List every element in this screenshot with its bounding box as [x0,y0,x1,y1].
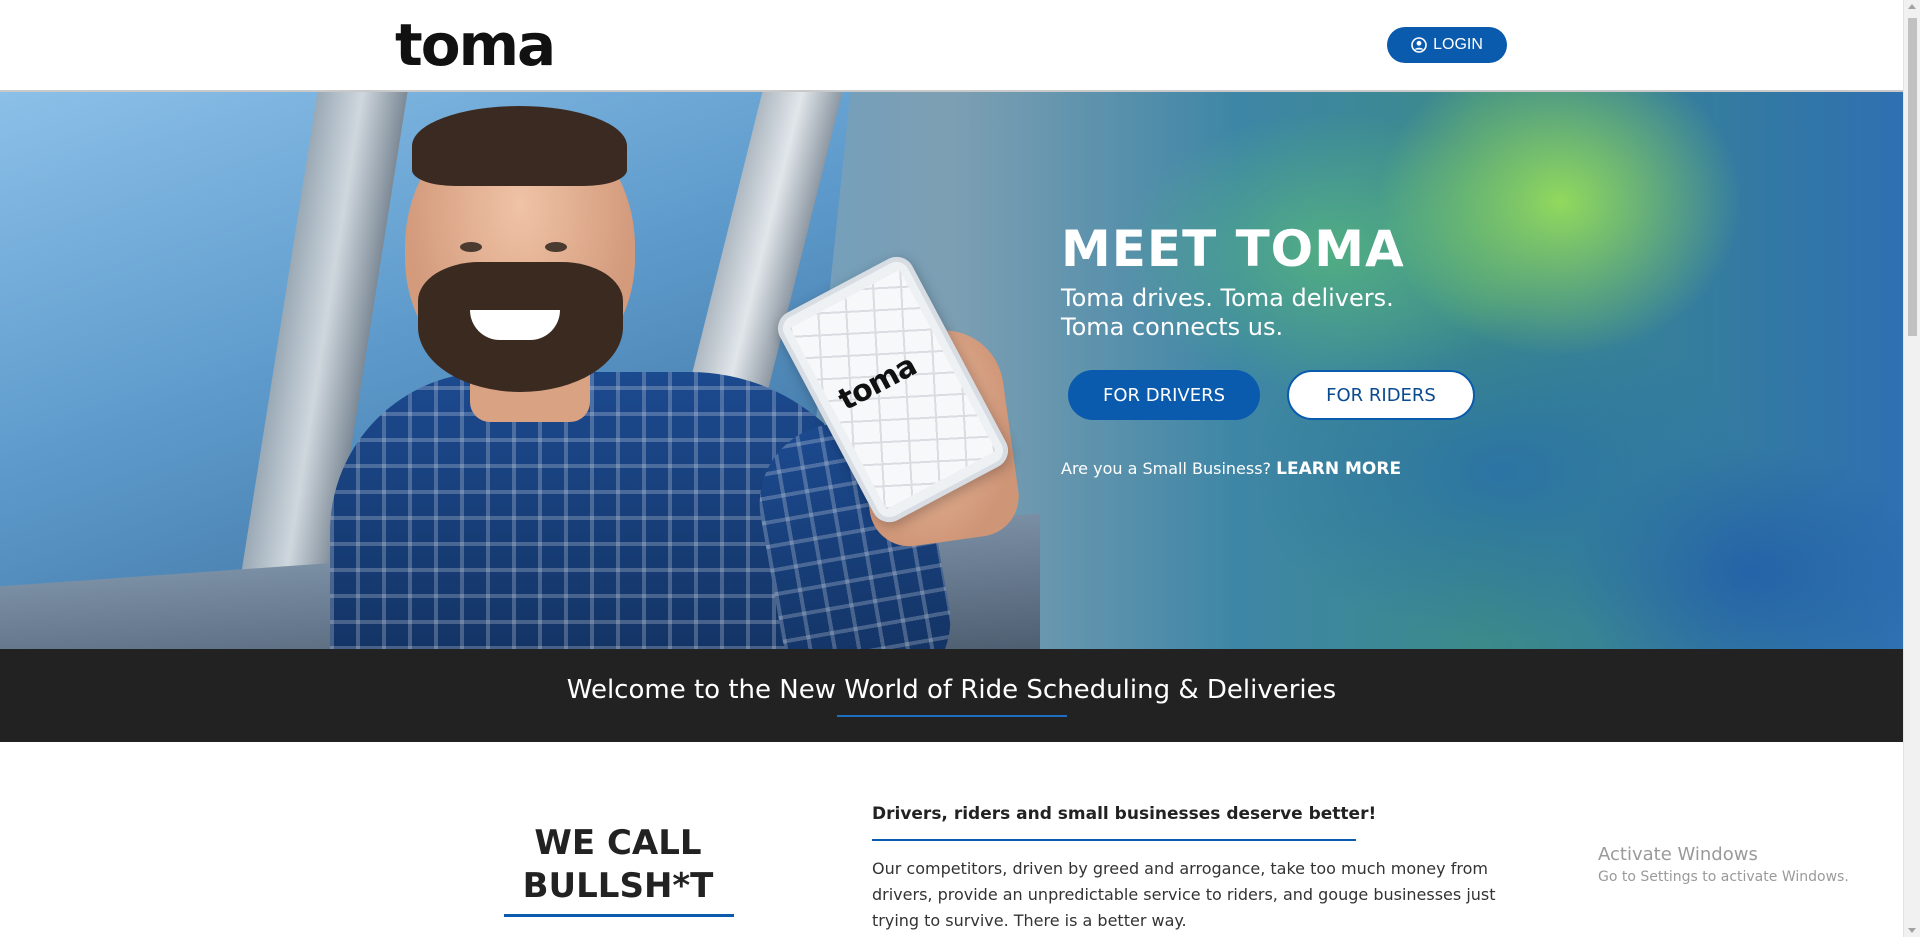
section-headline: Drivers, riders and small businesses des… [872,804,1377,824]
user-circle-icon [1411,37,1427,53]
login-button[interactable]: LOGIN [1387,27,1507,63]
learn-more-link[interactable]: LEARN MORE [1276,459,1401,479]
scroll-down-arrow-icon[interactable] [1908,928,1916,933]
section-body-text: Our competitors, driven by greed and arr… [872,859,1496,930]
login-label: LOGIN [1433,36,1483,53]
callout-line-1: WE CALL [534,823,702,863]
activate-windows-subtitle: Go to Settings to activate Windows. [1598,869,1849,885]
page: toma LOGIN toma MEET TOMA Toma drives. T… [0,0,1903,937]
hero-banner: toma MEET TOMA Toma drives. Toma deliver… [0,92,1903,649]
hero-subtitle-line-2: Toma connects us. [1061,313,1284,341]
toma-logo[interactable]: toma [395,10,556,80]
scrollbar-thumb[interactable] [1908,18,1917,336]
site-header: toma LOGIN [0,0,1903,92]
headline-underline [872,839,1356,841]
hero-title: MEET TOMA [1061,220,1405,278]
person-eye-right [545,242,567,252]
person-eye-left [460,242,482,252]
welcome-underline [837,715,1067,717]
vertical-scrollbar[interactable] [1903,0,1920,937]
for-drivers-button[interactable]: FOR DRIVERS [1068,370,1260,420]
welcome-band: Welcome to the New World of Ride Schedul… [0,649,1903,742]
for-riders-button[interactable]: FOR RIDERS [1287,370,1475,420]
callout-underline [504,914,734,917]
activate-windows-title: Activate Windows [1598,844,1758,865]
callout-line-2: BULLSH*T [522,866,714,906]
hero-subtitle-line-1: Toma drives. Toma delivers. [1061,284,1394,312]
small-business-text: Are you a Small Business? [1061,459,1272,478]
welcome-title: Welcome to the New World of Ride Schedul… [566,675,1337,705]
callout-heading: WE CALL BULLSH*T [473,822,763,908]
activate-windows-watermark: Activate Windows Go to Settings to activ… [1598,843,1849,887]
hero-subtitle: Toma drives. Toma delivers. Toma connect… [1061,284,1394,342]
scroll-up-arrow-icon[interactable] [1908,4,1916,9]
person-hair [412,106,627,186]
small-business-prompt: Are you a Small Business? LEARN MORE [1061,459,1401,479]
